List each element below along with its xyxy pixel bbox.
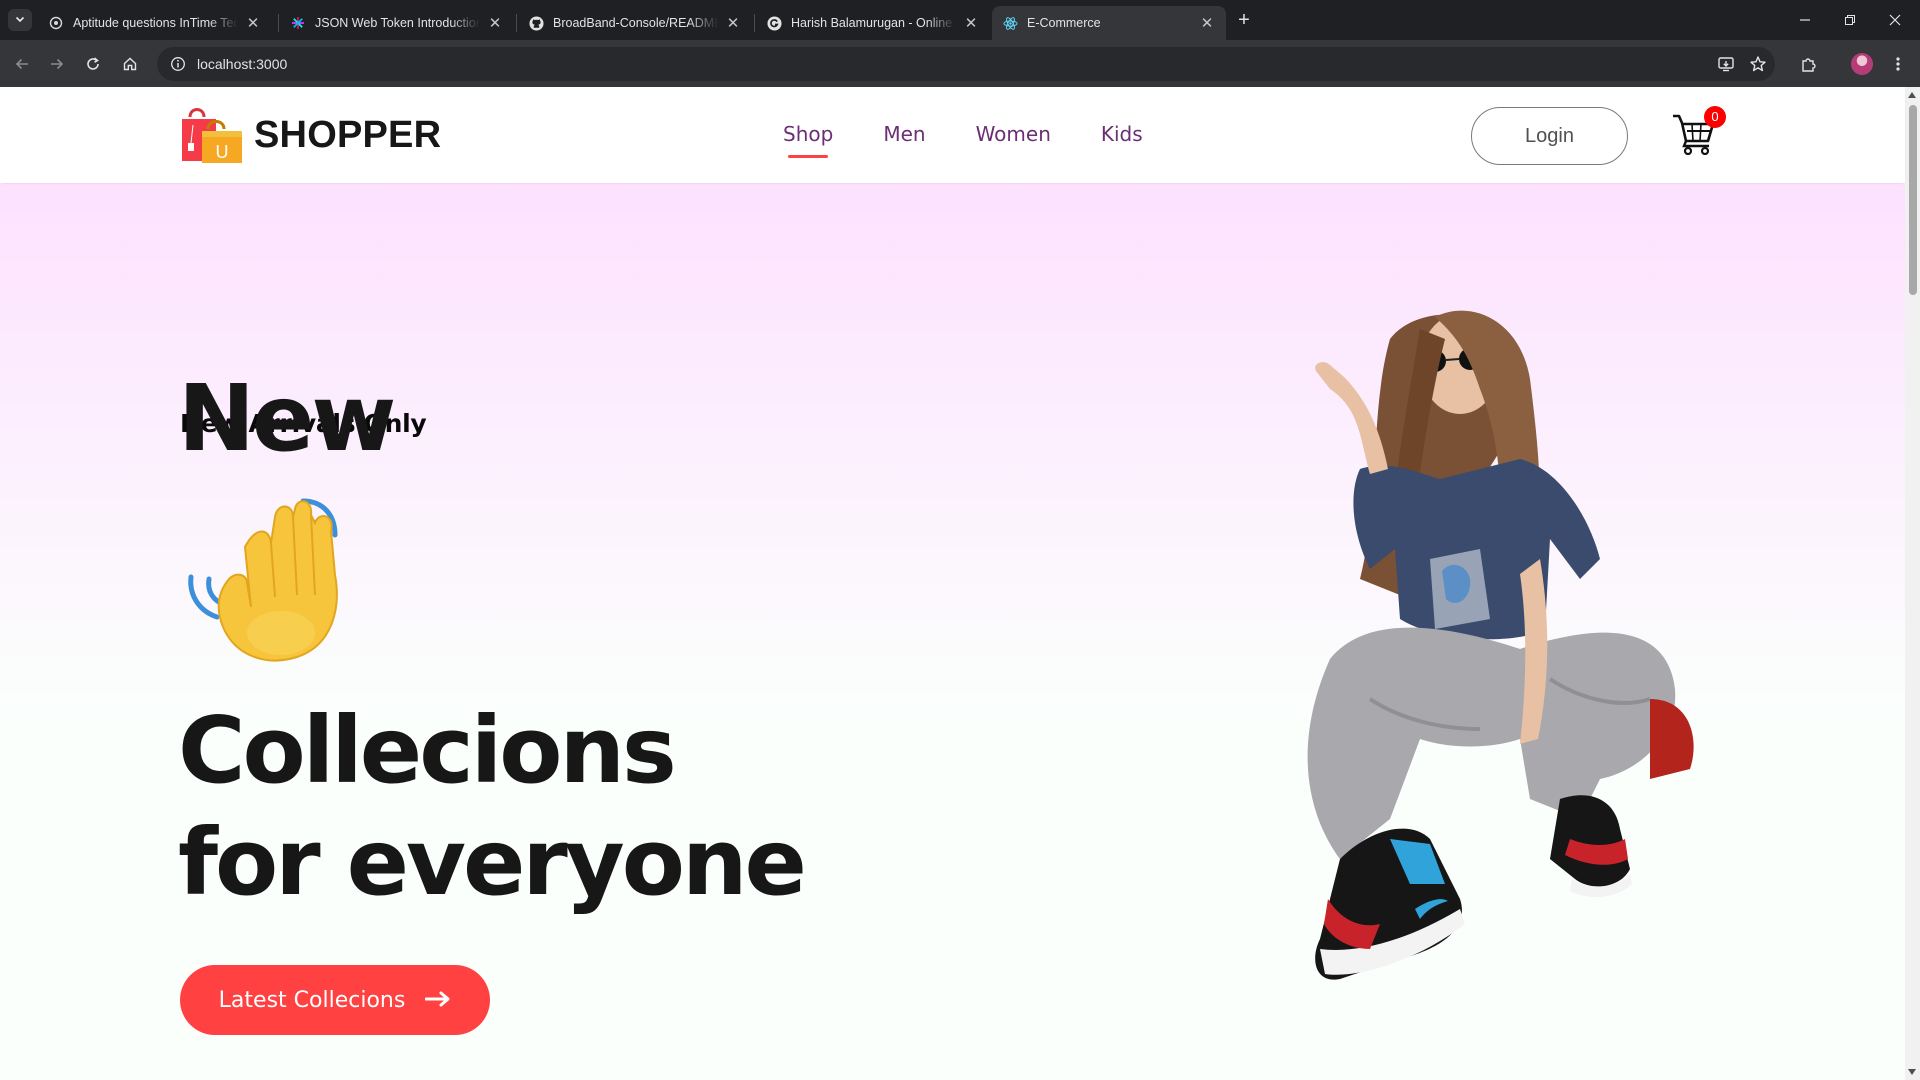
arrow-right-icon xyxy=(424,988,451,1013)
tab-close-icon[interactable]: ✕ xyxy=(486,14,504,32)
bookmark-star-icon[interactable] xyxy=(1744,50,1772,78)
nav-kids[interactable]: Kids xyxy=(1101,122,1143,146)
nav-shop-label: Shop xyxy=(783,122,834,146)
tab-list-chevron-icon[interactable] xyxy=(8,9,32,31)
forward-arrow-icon[interactable] xyxy=(43,50,71,78)
brand-logo[interactable]: U SHOPPER xyxy=(180,105,441,165)
extensions-puzzle-icon[interactable] xyxy=(1795,50,1823,78)
minimize-icon[interactable] xyxy=(1783,0,1827,40)
browser-toolbar: localhost:3000 xyxy=(0,40,1920,87)
tab-separator xyxy=(754,14,755,32)
tab-title: JSON Web Token Introduction - xyxy=(315,16,480,30)
react-icon xyxy=(1002,15,1018,31)
nav-men-label: Men xyxy=(883,122,926,146)
scroll-up-arrow-icon[interactable] xyxy=(1908,92,1916,98)
logo-letter: U xyxy=(216,142,229,162)
reload-icon[interactable] xyxy=(79,50,107,78)
nav-women[interactable]: Women xyxy=(976,122,1051,146)
nav-men[interactable]: Men xyxy=(883,122,925,146)
tab-grammarly[interactable]: Harish Balamurugan - Online Le ✕ xyxy=(756,6,990,40)
tab-github[interactable]: BroadBand-Console/README.m ✕ xyxy=(518,6,752,40)
back-arrow-icon[interactable] xyxy=(8,50,36,78)
scrollbar-thumb[interactable] xyxy=(1909,105,1917,295)
install-app-icon[interactable] xyxy=(1712,50,1740,78)
browser-menu-kebab-icon[interactable] xyxy=(1884,50,1912,78)
grammarly-icon xyxy=(766,15,782,31)
latest-collections-label: Latest Collecions xyxy=(218,987,406,1013)
page-scrollbar[interactable] xyxy=(1905,87,1920,1080)
active-underline xyxy=(788,155,829,158)
tab-ecommerce[interactable]: E-Commerce ✕ xyxy=(992,6,1226,40)
shopping-bag-logo-icon: U xyxy=(180,105,242,165)
latest-collections-button[interactable]: Latest Collecions xyxy=(180,965,490,1035)
browser-tabstrip: Aptitude questions InTime Tec ✕ JSON Web… xyxy=(0,0,1920,40)
waving-hand-icon xyxy=(185,487,385,677)
site-navbar: U SHOPPER Shop Men Women Kids Login 0 xyxy=(0,87,1905,183)
login-button[interactable]: Login xyxy=(1471,107,1628,165)
page-viewport: U SHOPPER Shop Men Women Kids Login 0 Ne… xyxy=(0,87,1920,1080)
restore-icon[interactable] xyxy=(1828,0,1872,40)
address-bar[interactable]: localhost:3000 xyxy=(157,47,1775,81)
hero-heading-line1: New xyxy=(178,365,396,472)
home-icon[interactable] xyxy=(116,50,144,78)
tab-title: E-Commerce xyxy=(1027,16,1101,30)
main-menu: Shop Men Women Kids xyxy=(783,122,1193,158)
new-tab-plus-icon[interactable]: + xyxy=(1232,8,1256,32)
hero-model-image xyxy=(1307,310,1694,980)
jwt-icon xyxy=(290,15,306,31)
openai-icon xyxy=(48,15,64,31)
hero-heading-line2: Collecions xyxy=(178,697,677,804)
profile-avatar[interactable] xyxy=(1848,50,1876,78)
hero-heading-line3: for everyone xyxy=(178,809,807,916)
tab-jwt[interactable]: JSON Web Token Introduction - ✕ xyxy=(280,6,514,40)
tab-title: BroadBand-Console/README.m xyxy=(553,16,718,30)
tab-separator xyxy=(516,14,517,32)
tab-aptitude[interactable]: Aptitude questions InTime Tec ✕ xyxy=(38,6,272,40)
cart-count-badge: 0 xyxy=(1704,106,1726,128)
close-window-icon[interactable] xyxy=(1873,0,1917,40)
tab-separator xyxy=(278,14,279,32)
tab-close-icon[interactable]: ✕ xyxy=(724,14,742,32)
nav-kids-label: Kids xyxy=(1100,122,1143,146)
scroll-down-arrow-icon[interactable] xyxy=(1908,1069,1916,1075)
tab-close-icon[interactable]: ✕ xyxy=(962,14,980,32)
github-icon xyxy=(528,15,544,31)
tab-title: Harish Balamurugan - Online Le xyxy=(791,16,956,30)
brand-name: SHOPPER xyxy=(254,113,442,156)
url-text: localhost:3000 xyxy=(197,56,288,72)
tab-title: Aptitude questions InTime Tec xyxy=(73,16,238,30)
site-info-icon[interactable] xyxy=(161,47,195,81)
nav-women-label: Women xyxy=(975,122,1051,146)
tab-close-icon[interactable]: ✕ xyxy=(1198,14,1216,32)
nav-shop[interactable]: Shop xyxy=(783,122,834,158)
tab-close-icon[interactable]: ✕ xyxy=(244,14,262,32)
